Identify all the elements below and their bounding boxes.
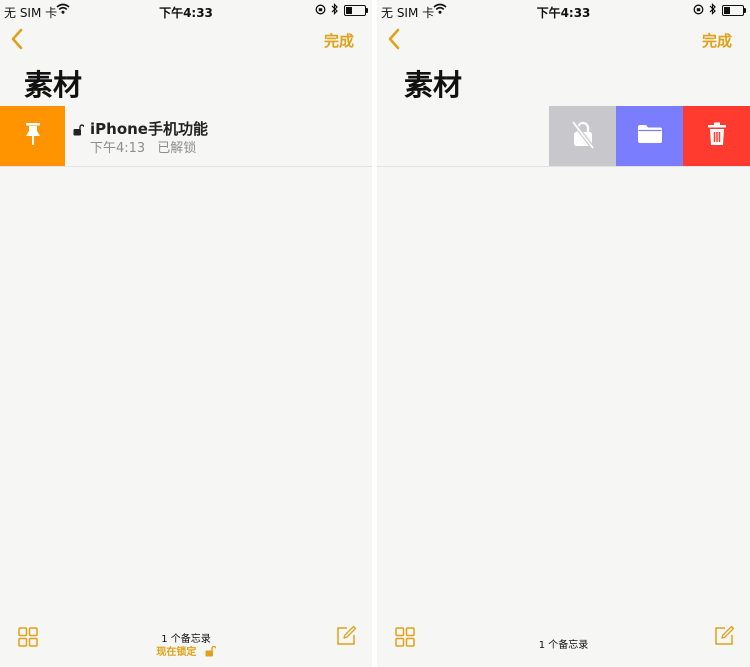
- status-bar: 无 SIM 卡 下午4:33: [377, 0, 750, 22]
- compose-icon[interactable]: [335, 625, 357, 651]
- pin-button[interactable]: [0, 106, 65, 166]
- move-to-folder-button[interactable]: [616, 106, 683, 166]
- note-title: iPhone手机功能: [90, 120, 208, 138]
- bluetooth-icon: [709, 3, 717, 18]
- status-bar: 无 SIM 卡 下午4:33: [0, 0, 372, 22]
- note-count: 1 个备忘录: [538, 640, 589, 651]
- compose-icon[interactable]: [713, 625, 735, 651]
- bluetooth-icon: [331, 3, 339, 18]
- remove-lock-button[interactable]: [549, 106, 616, 166]
- orientation-lock-icon: [315, 4, 326, 18]
- nav-bar: 完成: [377, 26, 750, 54]
- note-row[interactable]: iPhone手机功能 下午4:13 已解锁: [0, 106, 372, 167]
- delete-button[interactable]: [683, 106, 750, 166]
- folder-title: 素材: [24, 68, 83, 102]
- battery-icon: [344, 5, 368, 16]
- done-button[interactable]: 完成: [702, 30, 732, 51]
- back-chevron-icon[interactable]: [10, 28, 24, 54]
- folder-icon: [637, 124, 663, 148]
- trash-icon: [707, 122, 727, 150]
- battery-icon: [722, 5, 746, 16]
- lock-now-label: 现在锁定: [156, 647, 197, 658]
- notes-screen-right: 无 SIM 卡 下午4:33 完成 素材 1 个备忘录: [377, 0, 750, 667]
- note-status: 已解锁: [157, 141, 197, 156]
- folder-title: 素材: [404, 68, 463, 102]
- back-chevron-icon[interactable]: [387, 28, 401, 54]
- done-button[interactable]: 完成: [324, 30, 354, 51]
- note-row-swiped[interactable]: [377, 106, 750, 167]
- unlocked-padlock-icon: [205, 645, 217, 657]
- bottom-toolbar: 1 个备忘录: [377, 625, 750, 667]
- notes-screen-left: 无 SIM 卡 下午4:33 完成 素材 iPhone手机功能 下午4:13 已解…: [0, 0, 372, 667]
- lock-slash-icon: [570, 119, 595, 153]
- orientation-lock-icon: [693, 4, 704, 18]
- lock-now-button[interactable]: 现在锁定: [0, 643, 372, 658]
- note-time: 下午4:13: [90, 141, 146, 156]
- bottom-toolbar: 1 个备忘录 现在锁定: [0, 625, 372, 667]
- nav-bar: 完成: [0, 26, 372, 54]
- pin-icon: [24, 122, 42, 150]
- swipe-actions: [549, 106, 750, 166]
- unlocked-padlock-icon: [73, 121, 85, 140]
- note-subtitle: 下午4:13 已解锁: [90, 137, 196, 156]
